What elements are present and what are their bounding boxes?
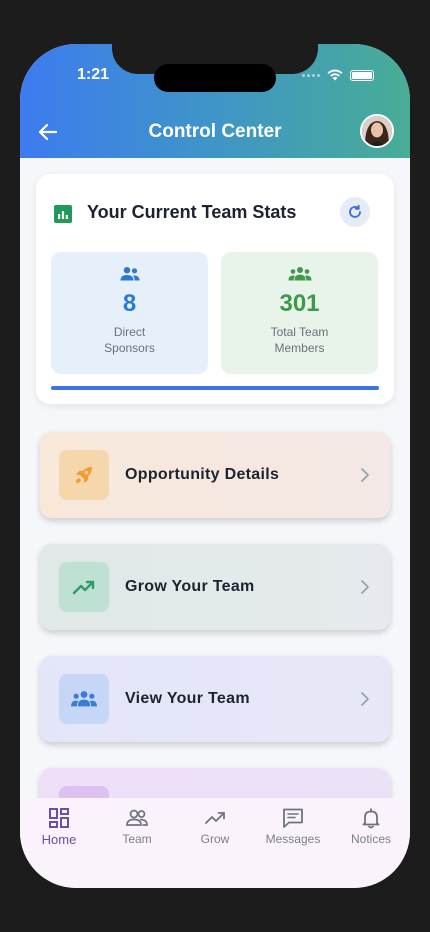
opportunity-details-label: Opportunity Details — [125, 466, 280, 483]
view-your-team-label: View Your Team — [125, 690, 250, 707]
dashboard-icon — [49, 808, 69, 828]
status-icons — [302, 69, 374, 81]
view-your-team-card[interactable]: View Your Team — [40, 656, 390, 742]
refresh-button[interactable] — [340, 197, 370, 227]
nav-notices-label: Notices — [350, 832, 391, 846]
team-stats-card: Your Current Team Stats 8 Direct Sponsor… — [36, 174, 394, 404]
chevron-right-icon — [361, 692, 369, 706]
dynamic-island — [154, 64, 276, 92]
trending-up-nav-icon — [205, 812, 225, 824]
nav-home[interactable]: Home — [20, 798, 98, 854]
total-members-value: 301 — [279, 290, 320, 317]
avatar[interactable] — [360, 114, 394, 148]
opportunity-details-card[interactable]: Opportunity Details — [40, 432, 390, 518]
nav-home-label: Home — [41, 832, 77, 847]
nav-team-label: Team — [122, 832, 152, 846]
nav-notices[interactable]: Notices — [332, 798, 410, 854]
grow-your-team-card[interactable]: Grow Your Team — [40, 544, 390, 630]
battery-icon — [350, 69, 374, 81]
bar-chart-icon — [54, 205, 72, 223]
status-time: 1:21 — [77, 66, 110, 83]
direct-sponsors-label: Direct Sponsors — [104, 325, 155, 355]
total-members-stat[interactable]: 301 Total Team Members — [221, 252, 378, 374]
stats-underline-bar — [51, 386, 379, 390]
trending-up-icon — [72, 580, 95, 595]
rocket-icon — [76, 467, 92, 483]
bell-icon — [362, 808, 380, 829]
nav-grow-label: Grow — [200, 832, 230, 846]
total-members-label: Total Team Members — [270, 325, 329, 355]
rocket-tile — [59, 450, 109, 500]
groups-icon — [288, 267, 311, 281]
stats-title: Your Current Team Stats — [87, 202, 297, 222]
grow-your-team-label: Grow Your Team — [125, 578, 255, 595]
signal-icon — [302, 73, 320, 77]
group-icon — [71, 691, 97, 707]
view-team-tile — [59, 674, 109, 724]
nav-grow[interactable]: Grow — [176, 798, 254, 854]
people-icon — [120, 267, 139, 281]
nav-messages-label: Messages — [265, 832, 321, 846]
home-indicator-area — [20, 854, 410, 888]
message-icon — [283, 808, 303, 828]
direct-sponsors-stat[interactable]: 8 Direct Sponsors — [51, 252, 208, 374]
chevron-right-icon — [361, 580, 369, 594]
chevron-right-icon — [361, 468, 369, 482]
refresh-icon — [349, 204, 361, 218]
nav-team[interactable]: Team — [98, 798, 176, 854]
phone-screen: 1:21 Control Center Your Current Team St… — [20, 44, 410, 888]
grow-tile — [59, 562, 109, 612]
nav-messages[interactable]: Messages — [254, 798, 332, 854]
people-outline-icon — [126, 809, 148, 826]
direct-sponsors-value: 8 — [122, 290, 137, 317]
wifi-icon — [327, 69, 343, 81]
page-title: Control Center — [148, 121, 282, 142]
bottom-navigation: Home Team Grow Messages Notices — [20, 798, 410, 854]
